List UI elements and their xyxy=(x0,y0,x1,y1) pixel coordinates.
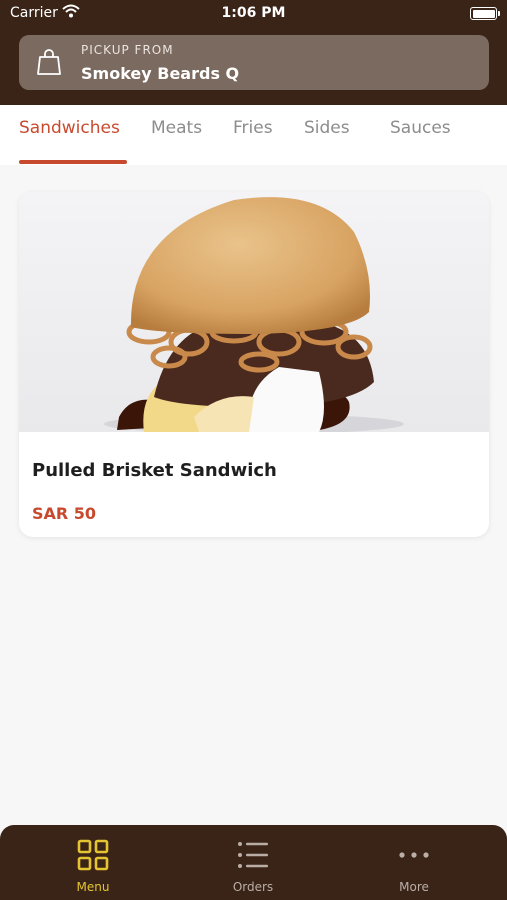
nav-menu-label: Menu xyxy=(76,880,110,894)
pickup-label: PICKUP FROM xyxy=(81,43,174,57)
nav-more-label: More xyxy=(399,880,429,894)
nav-orders[interactable]: Orders xyxy=(203,825,303,900)
store-name: Smokey Beards Q xyxy=(81,64,240,83)
tab-sauces[interactable]: Sauces xyxy=(390,118,451,138)
tab-fries[interactable]: Fries xyxy=(233,118,273,138)
tab-sides[interactable]: Sides xyxy=(304,118,350,138)
product-image xyxy=(19,192,489,432)
product-card[interactable]: Pulled Brisket Sandwich SAR 50 xyxy=(19,192,489,537)
category-tabs: Sandwiches Meats Fries Sides Sauces xyxy=(0,105,507,165)
status-time: 1:06 PM xyxy=(221,5,286,21)
pickup-location-selector[interactable]: PICKUP FROM Smokey Beards Q xyxy=(19,35,489,90)
status-bar: Carrier 1:06 PM xyxy=(0,0,507,28)
more-icon xyxy=(399,852,429,858)
shopping-bag-icon xyxy=(37,49,61,75)
nav-more[interactable]: More xyxy=(364,825,464,900)
list-icon xyxy=(238,842,268,868)
header: Carrier 1:06 PM PICKUP FROM Smokey Beard… xyxy=(0,0,507,105)
battery-icon xyxy=(470,7,500,20)
active-tab-indicator xyxy=(19,160,127,164)
bottom-navigation: Menu Orders More xyxy=(0,825,507,900)
grid-icon xyxy=(77,839,109,871)
nav-menu[interactable]: Menu xyxy=(43,825,143,900)
product-price: SAR 50 xyxy=(32,504,97,523)
tab-sandwiches[interactable]: Sandwiches xyxy=(19,118,120,138)
tab-meats[interactable]: Meats xyxy=(151,118,202,138)
nav-orders-label: Orders xyxy=(232,880,274,894)
product-name: Pulled Brisket Sandwich xyxy=(32,460,277,481)
